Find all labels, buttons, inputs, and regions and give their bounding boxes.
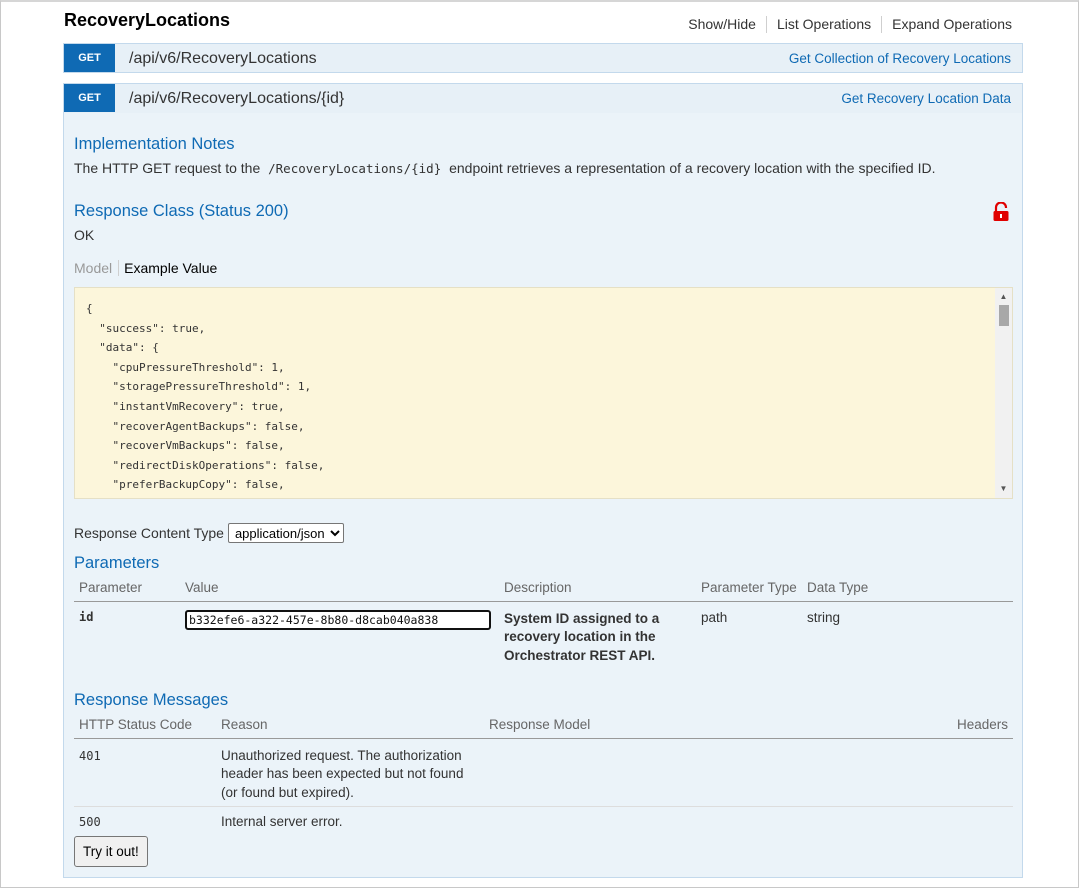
table-row: id System ID assigned to a recovery loca… bbox=[74, 601, 1013, 665]
response-messages-table: HTTP Status Code Reason Response Model H… bbox=[74, 714, 1013, 831]
content-type-select[interactable]: application/json bbox=[227, 523, 344, 543]
status-reason: Unauthorized request. The authorization … bbox=[216, 738, 484, 807]
scroll-down-arrow-icon[interactable]: ▼ bbox=[995, 482, 1012, 496]
param-data-type[interactable]: string bbox=[802, 601, 1013, 665]
implementation-notes-heading: Implementation Notes bbox=[74, 135, 235, 153]
tab-model[interactable]: Model bbox=[74, 260, 120, 276]
resource-links: Show/Hide List Operations Expand Operati… bbox=[678, 16, 1012, 33]
status-reason: Internal server error. bbox=[221, 813, 343, 829]
operation-summary-link[interactable]: Get Collection of Recovery Locations bbox=[789, 51, 1011, 66]
status-code: 401 bbox=[74, 738, 216, 807]
scroll-up-arrow-icon[interactable]: ▲ bbox=[995, 290, 1012, 304]
operation-get-by-id[interactable]: GET /api/v6/RecoveryLocations/{id} Get R… bbox=[63, 83, 1023, 113]
col-reason: Reason bbox=[216, 714, 484, 739]
operation-path[interactable]: /api/v6/RecoveryLocations bbox=[129, 50, 317, 68]
parameters-heading: Parameters bbox=[74, 554, 160, 572]
id-input[interactable] bbox=[185, 609, 491, 630]
example-json: { "success": true, "data": { "cpuPressur… bbox=[86, 302, 325, 492]
col-parameter-type: Parameter Type bbox=[696, 577, 802, 602]
col-value: Value bbox=[180, 577, 499, 602]
response-headers bbox=[825, 738, 1013, 807]
param-value-cell bbox=[180, 601, 499, 665]
table-row: 401 Unauthorized request. The authorizat… bbox=[74, 738, 1013, 807]
unlocked-padlock-icon[interactable] bbox=[992, 201, 1010, 222]
response-messages-heading: Response Messages bbox=[74, 691, 229, 709]
vertical-scrollbar[interactable]: ▲ ▼ bbox=[995, 288, 1012, 498]
http-method-badge[interactable]: GET bbox=[64, 84, 115, 112]
implementation-notes-text: The HTTP GET request to the /RecoveryLoc… bbox=[74, 160, 936, 176]
col-response-model: Response Model bbox=[484, 714, 826, 739]
try-it-out-button[interactable]: Try it out! bbox=[74, 836, 148, 867]
response-headers bbox=[826, 806, 1013, 831]
notes-endpoint-code: /RecoveryLocations/{id} bbox=[268, 161, 442, 176]
response-class-heading: Response Class (Status 200) bbox=[74, 202, 289, 220]
list-operations-link[interactable]: List Operations bbox=[765, 16, 881, 33]
status-code: 500 bbox=[79, 814, 101, 829]
response-content-type: Response Content Type application/json bbox=[74, 523, 344, 543]
http-method-badge[interactable]: GET bbox=[64, 44, 115, 72]
response-model bbox=[484, 738, 826, 807]
notes-text-after: endpoint retrieves a representation of a… bbox=[449, 160, 936, 176]
model-tabs: Model Example Value bbox=[74, 260, 217, 276]
resource-title[interactable]: RecoveryLocations bbox=[64, 10, 230, 31]
param-name: id bbox=[79, 609, 94, 624]
param-type: path bbox=[701, 609, 728, 625]
content-type-label: Response Content Type bbox=[74, 525, 224, 541]
tab-example-value[interactable]: Example Value bbox=[119, 260, 217, 276]
param-description: System ID assigned to a recovery locatio… bbox=[504, 610, 660, 663]
col-description: Description bbox=[499, 577, 696, 602]
operation-get-collection[interactable]: GET /api/v6/RecoveryLocations Get Collec… bbox=[63, 43, 1023, 73]
expand-operations-link[interactable]: Expand Operations bbox=[881, 16, 1012, 33]
operation-details-panel: Implementation Notes The HTTP GET reques… bbox=[63, 113, 1023, 878]
col-http-status-code: HTTP Status Code bbox=[74, 714, 216, 739]
col-headers: Headers bbox=[825, 714, 1013, 739]
operation-path[interactable]: /api/v6/RecoveryLocations/{id} bbox=[129, 90, 344, 108]
col-parameter: Parameter bbox=[74, 577, 180, 602]
col-data-type: Data Type bbox=[802, 577, 1013, 602]
example-value-box[interactable]: { "success": true, "data": { "cpuPressur… bbox=[74, 287, 1013, 499]
scroll-thumb[interactable] bbox=[999, 305, 1009, 326]
response-class-value: OK bbox=[74, 227, 95, 243]
notes-text-before: The HTTP GET request to the bbox=[74, 160, 261, 176]
operation-summary-link[interactable]: Get Recovery Location Data bbox=[841, 91, 1011, 106]
parameters-table: Parameter Value Description Parameter Ty… bbox=[74, 577, 1013, 665]
table-row: 500 Internal server error. bbox=[74, 806, 1013, 831]
response-model bbox=[484, 806, 826, 831]
show-hide-link[interactable]: Show/Hide bbox=[678, 16, 766, 33]
